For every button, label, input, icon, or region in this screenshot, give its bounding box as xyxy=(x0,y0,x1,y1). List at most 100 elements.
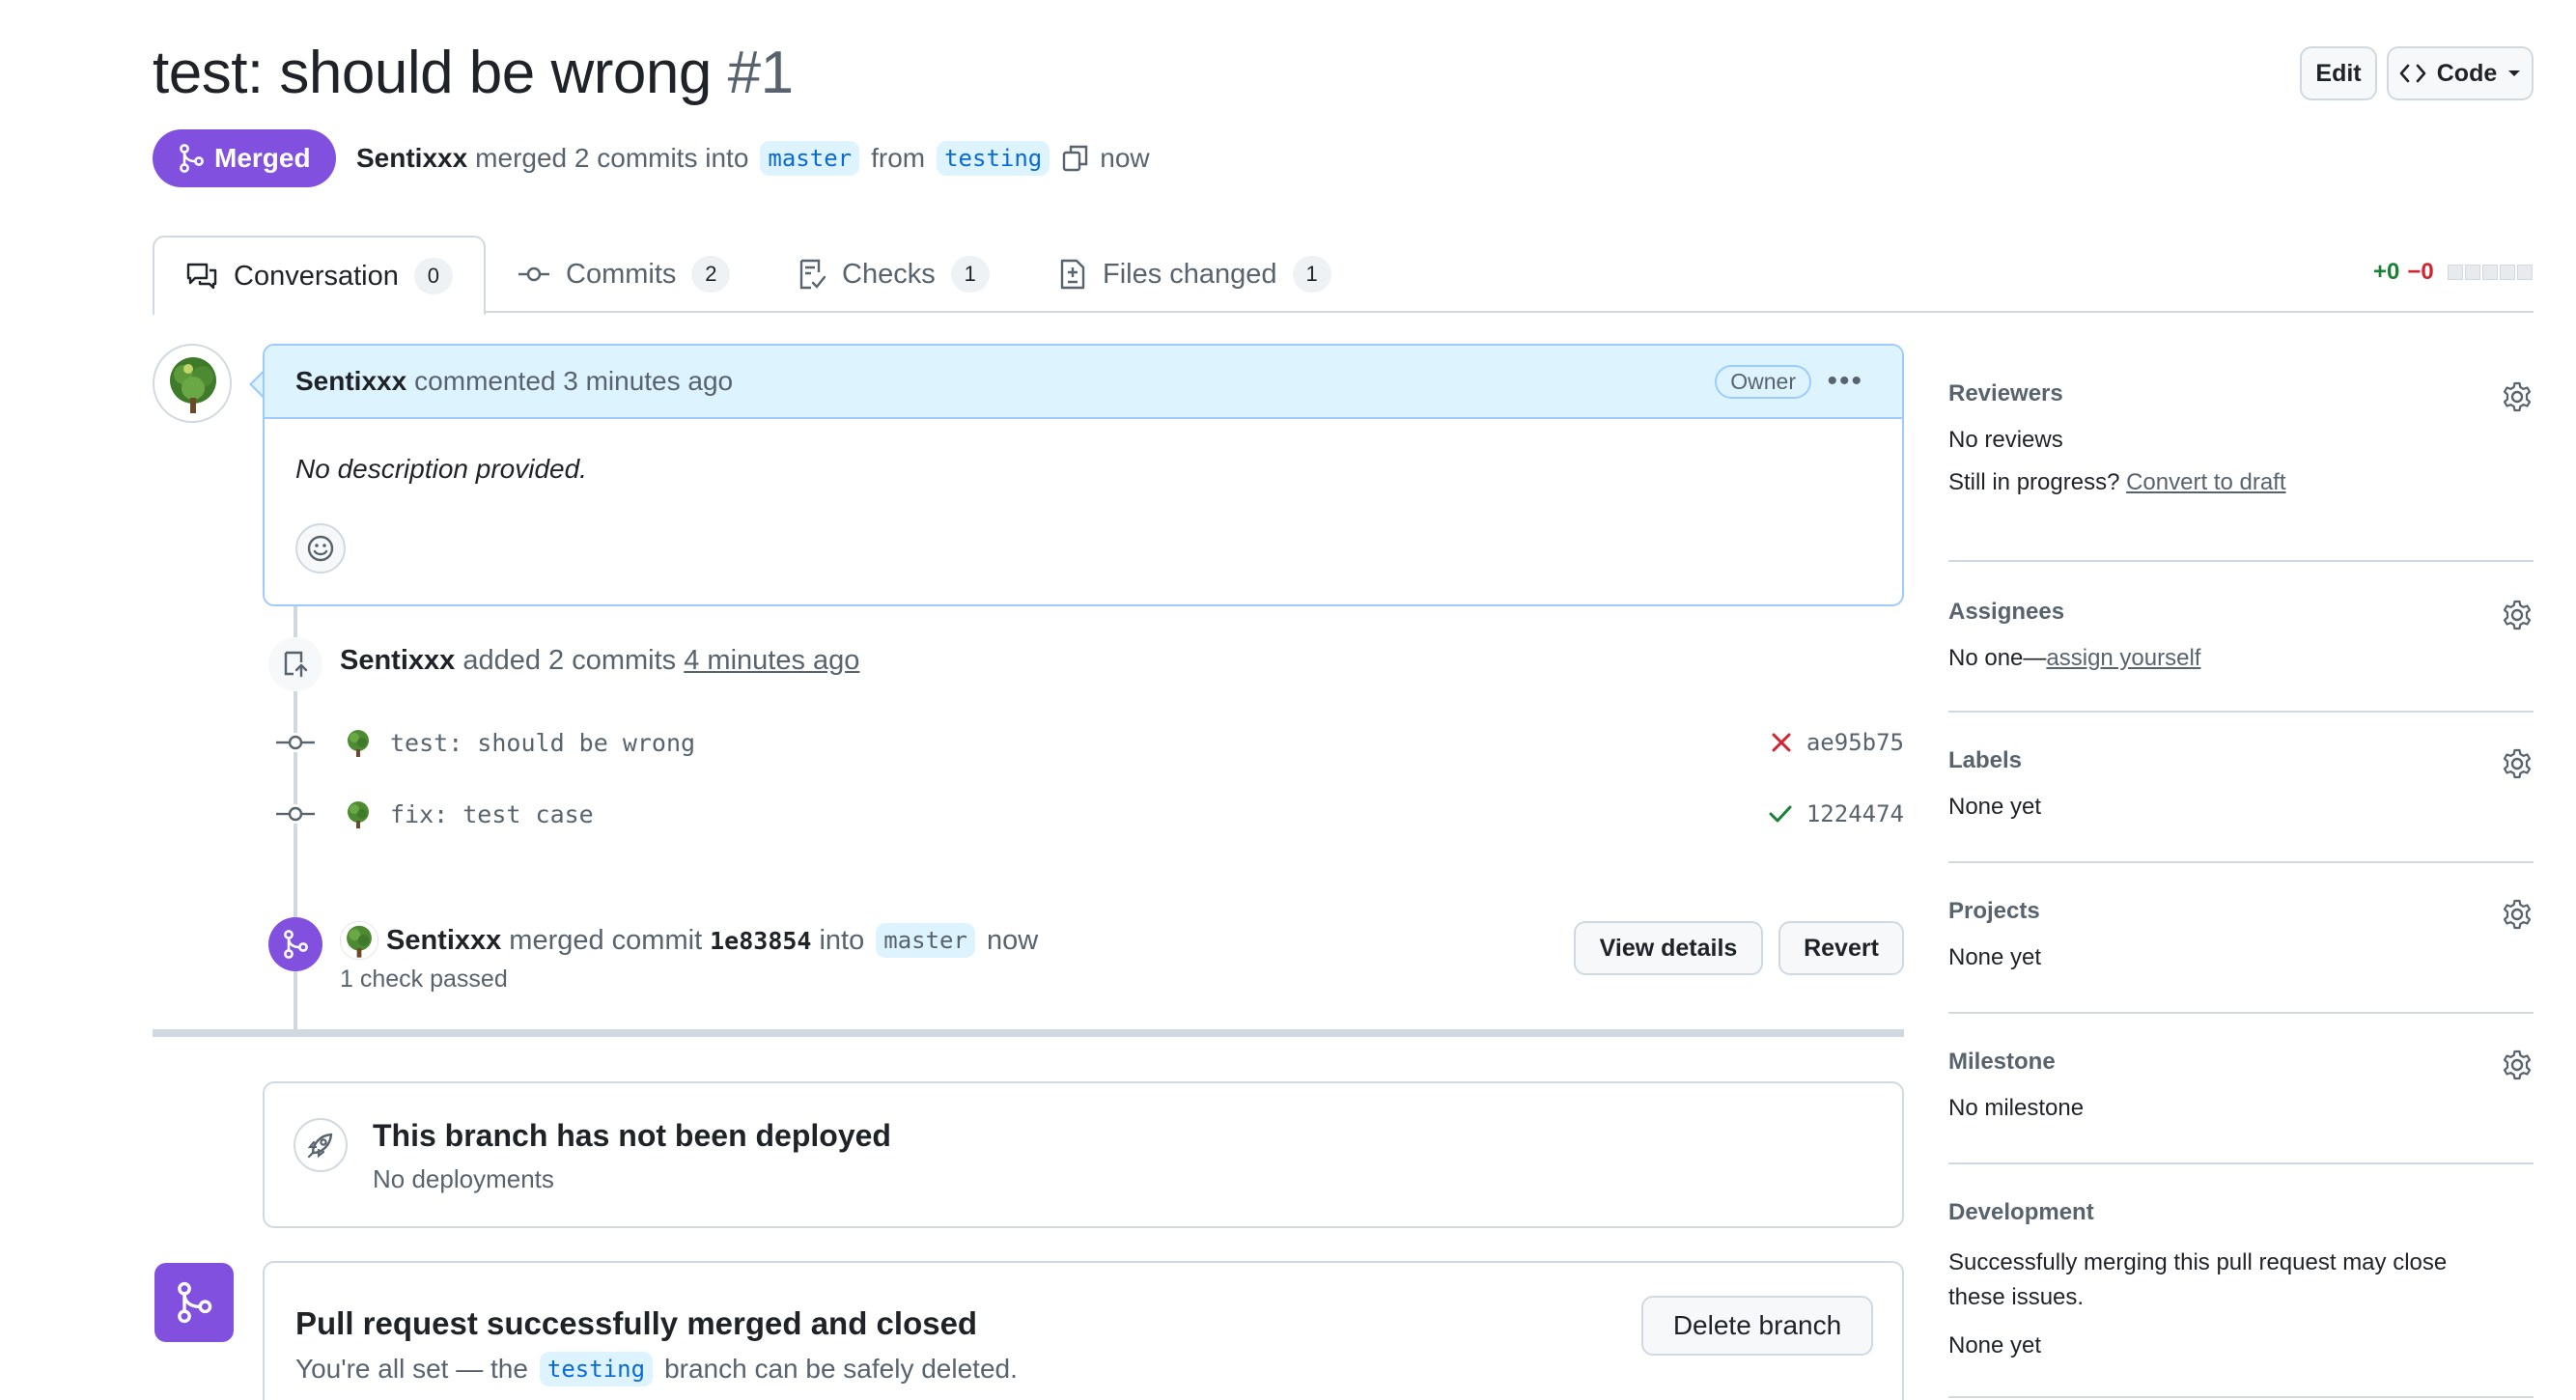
comment-body: No description provided. xyxy=(295,454,587,484)
commit-row: fix: test case 1224474 xyxy=(276,790,1904,838)
kebab-horizontal-icon[interactable]: ••• xyxy=(1827,365,1863,398)
tab-checks-count: 1 xyxy=(950,256,990,293)
sidebar-reviewers-draft-line: Still in progress? Convert to draft xyxy=(1948,469,2534,496)
merge-target-branch[interactable]: master xyxy=(876,923,975,958)
tab-commits-label: Commits xyxy=(566,258,677,290)
merge-checks-status[interactable]: 1 check passed xyxy=(340,966,508,994)
merge-event-action: merged commit xyxy=(509,924,703,956)
sidebar-assignees-title[interactable]: Assignees xyxy=(1948,599,2534,626)
commits-event-line: Sentixxx added 2 commits 4 minutes ago xyxy=(340,645,859,677)
sidebar-development-value: None yet xyxy=(1948,1332,2042,1358)
commits-event-time-link[interactable]: 4 minutes ago xyxy=(684,645,859,676)
merged-text-after: branch can be safely deleted. xyxy=(664,1354,1018,1384)
sidebar-assignees-value: No one— xyxy=(1948,645,2047,671)
check-icon[interactable] xyxy=(1768,803,1793,825)
diffstat: +0 −0 xyxy=(2373,259,2533,286)
merged-state-label: Merged xyxy=(214,143,311,173)
deployment-subtitle: No deployments xyxy=(373,1164,554,1193)
edit-button[interactable]: Edit xyxy=(2300,46,2377,100)
code-button[interactable]: Code xyxy=(2387,46,2534,100)
sidebar-milestone: Milestone No milestone xyxy=(1948,1049,2534,1122)
head-branch-ref[interactable]: testing xyxy=(937,141,1050,176)
gear-icon[interactable] xyxy=(2501,1049,2534,1081)
sidebar-labels-title[interactable]: Labels xyxy=(1948,747,2534,774)
tab-files-changed-count: 1 xyxy=(1292,256,1331,293)
merge-author-link[interactable]: Sentixxx xyxy=(356,143,467,174)
revert-label: Revert xyxy=(1804,934,1879,962)
commit-message-link[interactable]: fix: test case xyxy=(390,800,594,828)
sidebar-divider xyxy=(1948,1396,2534,1398)
merge-action-text: merged 2 commits into xyxy=(475,143,749,173)
tab-files-changed-label: Files changed xyxy=(1103,258,1277,290)
merged-status-text: You're all set — the testing branch can … xyxy=(295,1352,1018,1386)
sidebar-development: Development Successfully merging this pu… xyxy=(1948,1199,2534,1359)
code-button-label: Code xyxy=(2436,59,2498,87)
comment-author-link[interactable]: Sentixxx xyxy=(295,366,406,397)
tab-conversation-count: 0 xyxy=(413,258,453,294)
tabs-divider xyxy=(153,311,2534,313)
sidebar-projects-title[interactable]: Projects xyxy=(1948,898,2534,925)
commit-sha-link[interactable]: 1224474 xyxy=(1806,800,1904,827)
view-details-button[interactable]: View details xyxy=(1574,921,1763,975)
commit-row: test: should be wrong ae95b75 xyxy=(276,718,1904,767)
tab-checks-label: Checks xyxy=(842,258,936,290)
commit-message-link[interactable]: test: should be wrong xyxy=(390,729,695,757)
base-branch-ref[interactable]: master xyxy=(760,141,860,176)
x-icon[interactable] xyxy=(1770,731,1793,754)
rocket-icon xyxy=(294,1118,348,1172)
sidebar-milestone-title[interactable]: Milestone xyxy=(1948,1049,2534,1076)
avatar[interactable] xyxy=(340,921,378,960)
tab-commits[interactable]: Commits 2 xyxy=(518,236,731,313)
assign-yourself-link[interactable]: assign yourself xyxy=(2046,645,2200,671)
sidebar-divider xyxy=(1948,861,2534,863)
tab-files-changed[interactable]: Files changed 1 xyxy=(1058,236,1331,313)
deployment-box: This branch has not been deployed No dep… xyxy=(263,1081,1904,1228)
git-merge-icon xyxy=(154,1263,234,1342)
owner-badge: Owner xyxy=(1715,365,1811,399)
avatar[interactable] xyxy=(342,726,375,759)
sidebar-divider xyxy=(1948,1012,2534,1014)
deployment-title: This branch has not been deployed xyxy=(373,1118,891,1153)
sidebar-divider xyxy=(1948,711,2534,713)
page-title: test: should be wrong #1 xyxy=(153,39,794,107)
merged-head-branch[interactable]: testing xyxy=(539,1352,654,1386)
gear-icon[interactable] xyxy=(2501,898,2534,931)
avatar[interactable] xyxy=(153,344,232,423)
sidebar-reviewers-title[interactable]: Reviewers xyxy=(1948,380,2534,407)
tab-checks[interactable]: Checks 1 xyxy=(798,236,990,313)
git-commit-icon xyxy=(518,265,550,284)
copy-icon[interactable] xyxy=(1061,143,1090,174)
sidebar-reviewers-prompt: Still in progress? xyxy=(1948,469,2120,495)
tab-conversation[interactable]: Conversation 0 xyxy=(153,236,486,315)
merged-status-box: Pull request successfully merged and clo… xyxy=(263,1261,1904,1400)
commit-sha-link[interactable]: ae95b75 xyxy=(1806,729,1904,756)
commits-event-author[interactable]: Sentixxx xyxy=(340,645,455,676)
add-reaction-button[interactable] xyxy=(295,523,346,574)
comment-caret-inner xyxy=(252,374,263,395)
gear-icon[interactable] xyxy=(2501,747,2534,780)
pr-number: #1 xyxy=(727,40,794,106)
gear-icon[interactable] xyxy=(2501,380,2534,413)
convert-to-draft-link[interactable]: Convert to draft xyxy=(2126,469,2285,495)
gear-icon[interactable] xyxy=(2501,599,2534,631)
sidebar-reviewers: Reviewers No reviews Still in progress? … xyxy=(1948,380,2534,516)
git-merge-icon xyxy=(268,917,322,971)
delete-branch-button[interactable]: Delete branch xyxy=(1641,1296,1873,1356)
sidebar-labels-value: None yet xyxy=(1948,794,2042,820)
avatar[interactable] xyxy=(342,798,375,830)
repo-push-icon xyxy=(268,637,322,691)
merge-commit-sha-link[interactable]: 1e83854 xyxy=(710,927,811,955)
sidebar-labels: Labels None yet xyxy=(1948,747,2534,821)
merged-status-title: Pull request successfully merged and clo… xyxy=(295,1305,978,1341)
sidebar-projects: Projects None yet xyxy=(1948,898,2534,971)
git-merge-icon xyxy=(178,143,205,174)
sidebar-development-text: Successfully merging this pull request m… xyxy=(1948,1249,2448,1310)
comment-action-text[interactable]: commented 3 minutes ago xyxy=(414,366,733,397)
sidebar-milestone-value: No milestone xyxy=(1948,1095,2085,1121)
git-commit-icon xyxy=(276,733,315,752)
sidebar-assignees-line: No one—assign yourself xyxy=(1948,645,2534,672)
revert-button[interactable]: Revert xyxy=(1778,921,1904,975)
merge-event-author[interactable]: Sentixxx xyxy=(386,925,501,957)
merge-event-line: Sentixxx merged commit 1e83854 into mast… xyxy=(340,921,1038,960)
pr-description-comment: Sentixxx commented 3 minutes ago Owner •… xyxy=(263,344,1904,606)
